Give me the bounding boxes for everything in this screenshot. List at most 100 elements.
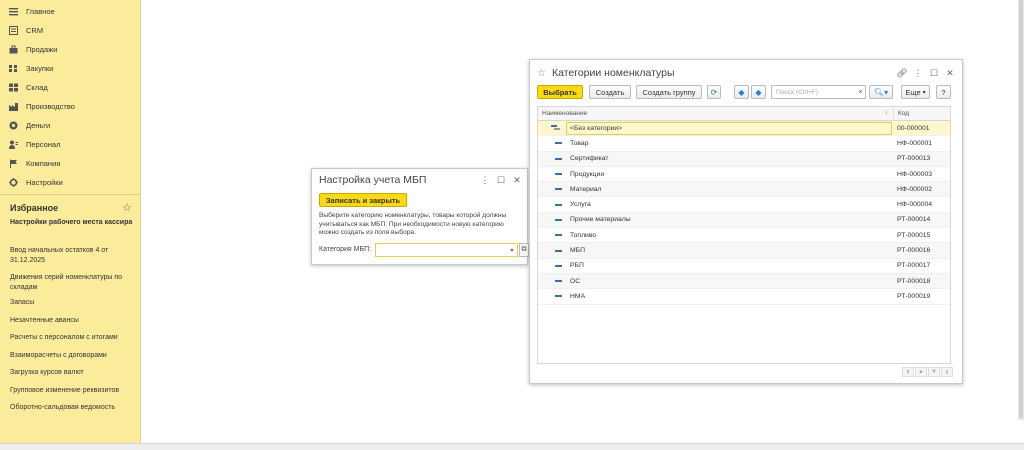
sidebar-item-money[interactable]: Деньги [0, 116, 140, 135]
company-icon [8, 159, 18, 169]
row-name: Товар [570, 139, 589, 147]
row-code: 00-000001 [897, 124, 930, 132]
favorite-item[interactable]: Запасы [10, 298, 134, 308]
table-row[interactable]: Услуга НФ-000004 [538, 197, 950, 213]
personnel-icon [8, 140, 18, 150]
open-link-icon[interactable]: ⧉ [519, 243, 529, 257]
close-icon[interactable]: ✕ [942, 65, 958, 81]
last-page-icon[interactable]: ⇟ [941, 367, 953, 377]
move-down-button[interactable]: ◆ [751, 85, 766, 99]
dropdown-arrow-icon[interactable]: ▾ [507, 244, 517, 256]
next-page-icon[interactable]: ▼ [928, 367, 940, 377]
page-scrollbar[interactable] [1018, 0, 1024, 420]
clear-icon[interactable]: × [855, 85, 866, 99]
table-row[interactable]: Сертификат РТ-000013 [538, 151, 950, 167]
item-icon [555, 234, 562, 237]
selected-cell[interactable]: <Без категории> [566, 121, 892, 135]
first-page-icon[interactable]: ⇞ [902, 367, 914, 377]
previous-page-icon[interactable]: ▲ [915, 367, 927, 377]
more-actions-icon[interactable]: ⋮ [477, 172, 493, 188]
star-icon[interactable]: ☆ [122, 201, 132, 214]
favorites-title: Избранное [10, 202, 59, 213]
item-icon [555, 188, 562, 191]
row-name: НМА [570, 292, 586, 300]
bottom-bar [0, 443, 1024, 450]
sidebar: Главное CRM Продажи Закупки Склад Произв… [0, 0, 141, 443]
table-row[interactable]: Материал НФ-000002 [538, 182, 950, 198]
more-button[interactable]: Еще ▾ [901, 85, 930, 99]
table-row[interactable]: Товар НФ-000001 [538, 136, 950, 152]
window-title: Категории номенклатуры [551, 67, 675, 79]
favorite-item[interactable]: Расчеты с персоналом с итогами [10, 333, 134, 343]
link-icon[interactable]: 🔗︎ [894, 65, 910, 81]
row-code: РТ-000014 [897, 216, 931, 224]
categories-window: ☆ Категории номенклатуры 🔗︎ ⋮ ☐ ✕ Выбрат… [529, 59, 963, 384]
move-up-button[interactable]: ◆ [734, 85, 749, 99]
row-name: Прочие материалы [570, 216, 631, 224]
maximize-icon[interactable]: ☐ [493, 172, 509, 188]
refresh-icon: ⟳ [710, 87, 718, 97]
favorite-item[interactable]: Оборотно-сальдовая ведомость [10, 403, 134, 413]
row-name-cell: НМА [538, 293, 893, 300]
favorite-item[interactable]: Групповое изменение реквизитов [10, 386, 134, 396]
favorite-item[interactable]: Незачтенные авансы [10, 316, 134, 326]
favorite-item[interactable]: Загрузка курсов валют [10, 368, 134, 378]
row-name: МБП [570, 247, 586, 255]
sidebar-item-personnel[interactable]: Персонал [0, 135, 140, 154]
purchases-icon [8, 64, 18, 74]
table-row[interactable]: Прочие материалы РТ-000014 [538, 212, 950, 229]
item-icon [555, 295, 562, 298]
more-actions-icon[interactable]: ⋮ [910, 65, 926, 81]
favorite-item[interactable]: Движения серий номенклатуры по складам [10, 273, 134, 292]
menu-icon [8, 7, 18, 17]
category-mbp-input[interactable]: ▾ [375, 243, 518, 257]
table-row[interactable]: МБП РТ-000016 [538, 243, 950, 259]
maximize-icon[interactable]: ☐ [926, 65, 942, 81]
item-icon [555, 157, 562, 160]
table-row[interactable]: НМА РТ-000019 [538, 289, 950, 305]
item-icon [555, 280, 562, 283]
row-name-cell: Топливо [538, 232, 893, 239]
warehouse-icon [8, 83, 18, 93]
row-name-cell: Сертификат [538, 155, 893, 162]
refresh-button[interactable]: ⟳ [707, 85, 721, 99]
production-icon [8, 102, 18, 112]
money-icon [8, 121, 18, 131]
sidebar-item-crm[interactable]: CRM [0, 21, 140, 40]
categories-table: Наименование ↓ Код <Без категории> 00-00… [537, 106, 951, 364]
row-name-cell: МБП [538, 247, 893, 254]
item-icon [555, 142, 562, 145]
star-icon[interactable]: ☆ [537, 68, 546, 79]
row-code: НФ-000003 [897, 170, 933, 178]
table-row[interactable]: Топливо РТ-000015 [538, 228, 950, 244]
scrollbar-thumb[interactable] [1019, 0, 1023, 418]
row-name-cell: ОС [538, 278, 893, 285]
sidebar-item-production[interactable]: Производство [0, 97, 140, 116]
favorite-item[interactable]: Настройки рабочего места кассира [10, 218, 134, 240]
create-button[interactable]: Создать [589, 85, 631, 99]
column-name-header[interactable]: Наименование ↓ [538, 109, 893, 117]
sidebar-item-company[interactable]: Компания [0, 154, 140, 173]
table-row[interactable]: Продукция НФ-000003 [538, 167, 950, 183]
select-button[interactable]: Выбрать [537, 85, 583, 99]
favorite-item[interactable]: Ввод начальных остатков 4 от 31.12.2025 [10, 246, 134, 267]
sidebar-item-purchases[interactable]: Закупки [0, 59, 140, 78]
close-icon[interactable]: ✕ [509, 172, 525, 188]
window-controls: 🔗︎ ⋮ ☐ ✕ [894, 65, 958, 81]
sidebar-item-warehouse[interactable]: Склад [0, 78, 140, 97]
save-and-close-button[interactable]: Записать и закрыть [319, 193, 407, 207]
search-input[interactable]: Поиск (Ctrl+F) [771, 85, 866, 99]
favorite-item[interactable]: Взаиморасчеты с договорами [10, 351, 134, 361]
table-row[interactable]: <Без категории> 00-000001 [538, 121, 950, 137]
search-button[interactable]: 🔍︎▾ [869, 85, 893, 99]
table-row[interactable]: ОС РТ-000018 [538, 273, 950, 290]
table-row[interactable]: РБП РТ-000017 [538, 259, 950, 274]
create-group-button[interactable]: Создать группу [636, 85, 702, 99]
sidebar-item-main[interactable]: Главное [0, 2, 140, 21]
sidebar-item-sales[interactable]: Продажи [0, 40, 140, 59]
row-code: РТ-000015 [897, 231, 931, 239]
item-icon [555, 218, 562, 221]
sidebar-item-settings[interactable]: Настройки [0, 173, 140, 192]
column-code-header[interactable]: Код [893, 107, 950, 120]
help-button[interactable]: ? [936, 85, 951, 99]
